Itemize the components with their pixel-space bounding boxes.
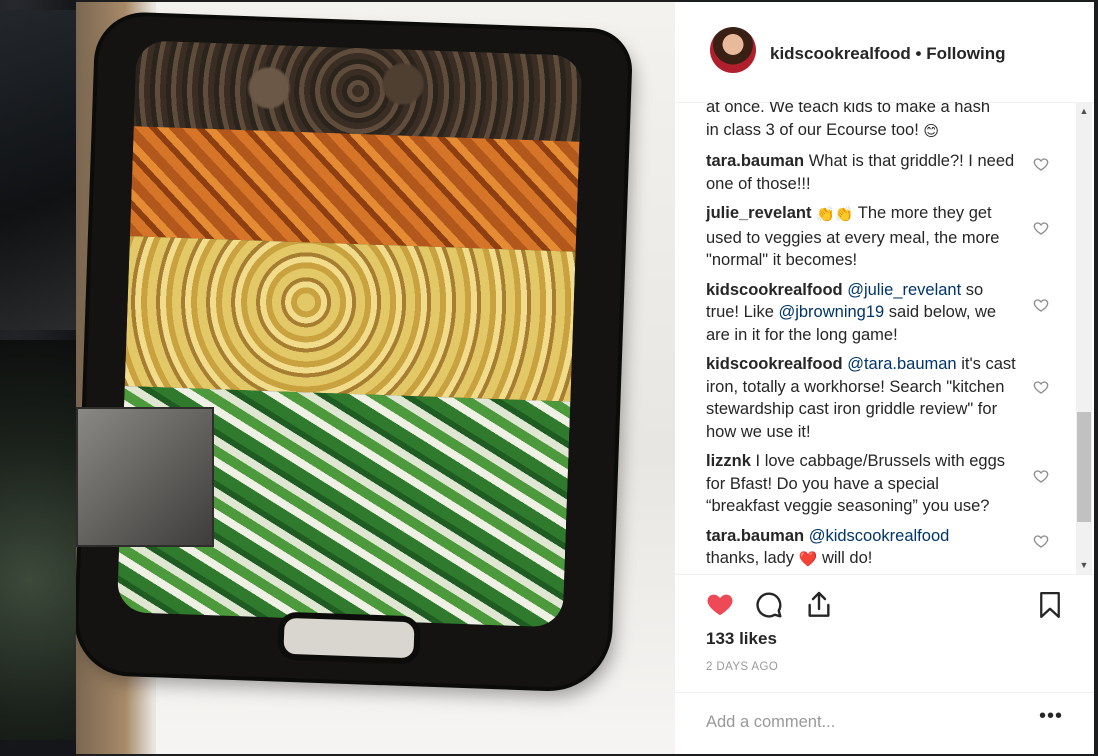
photo-mushrooms [133, 40, 583, 142]
post-sidebar: kidscookrealfood • Following at once. We… [675, 2, 1094, 754]
smile-emoji: 😊 [923, 122, 940, 140]
like-comment-icon[interactable] [1033, 533, 1049, 549]
scroll-up-icon[interactable]: ▲ [1076, 102, 1092, 120]
comment-username[interactable]: lizznk [706, 452, 751, 470]
comment: kidscookrealfood @julie_revelant so true… [706, 279, 1049, 347]
more-options-icon[interactable]: ••• [1039, 705, 1063, 728]
comment-mention[interactable]: @jbrowning19 [778, 303, 884, 321]
like-comment-icon[interactable] [1033, 379, 1049, 395]
post-timestamp[interactable]: 2 DAYS AGO [706, 661, 778, 673]
clap-emoji: 👏👏 [816, 206, 854, 223]
separator-dot: • [915, 44, 922, 63]
comment-username[interactable]: tara.bauman [706, 152, 804, 170]
avatar[interactable] [710, 27, 756, 73]
comments-scrollbar[interactable]: ▲ ▼ [1076, 102, 1092, 574]
share-icon[interactable] [803, 589, 835, 626]
post-actions [675, 574, 1094, 635]
red-heart-emoji: ❤️ [798, 551, 818, 568]
following-button[interactable]: Following [926, 44, 1005, 63]
comment-username[interactable]: kidscookrealfood [706, 355, 843, 373]
username-link[interactable]: kidscookrealfood [770, 44, 911, 63]
header-line: kidscookrealfood • Following [770, 44, 1006, 64]
post-photo[interactable] [76, 2, 675, 754]
photo-griddle [76, 14, 630, 690]
comment-text: thanks, lady [706, 549, 795, 567]
comment: lizznk I love cabbage/Brussels with eggs… [706, 450, 1049, 518]
comment-username[interactable]: kidscookrealfood [706, 281, 843, 299]
scrollbar-thumb[interactable] [1077, 412, 1091, 522]
comment-mention[interactable]: @julie_revelant [847, 281, 961, 299]
comment-text: at once. We teach kids to make a hash in… [706, 102, 991, 139]
comment: julie_revelant 👏👏 The more they get used… [706, 202, 1049, 272]
post-header: kidscookrealfood • Following [675, 2, 1094, 103]
add-comment-input[interactable]: Add a comment... [706, 713, 835, 732]
comment: kidscookrealfood @tara.bauman it's cast … [706, 353, 1049, 443]
comment-username[interactable]: julie_revelant [706, 204, 811, 222]
comment: tara.bauman @kidscookrealfood thanks, la… [706, 525, 1049, 572]
photo-griddle-handle [277, 611, 421, 665]
like-comment-icon[interactable] [1033, 297, 1049, 313]
background-feed [0, 0, 76, 756]
comment-username[interactable]: tara.bauman [706, 527, 804, 545]
comment-mention[interactable]: @kidscookrealfood [809, 527, 950, 545]
comment: at once. We teach kids to make a hash in… [706, 102, 1006, 143]
add-comment-bar: Add a comment... ••• [675, 692, 1094, 755]
comment-text: I love cabbage/Brussels with eggs for Bf… [706, 452, 1006, 515]
comments-list[interactable]: at once. We teach kids to make a hash in… [675, 102, 1076, 574]
scroll-down-icon[interactable]: ▼ [1076, 556, 1092, 574]
background-feed-image [0, 10, 76, 330]
like-comment-icon[interactable] [1033, 156, 1049, 172]
like-comment-icon[interactable] [1033, 220, 1049, 236]
photo-potatoes [124, 236, 576, 402]
photo-spatula [76, 407, 214, 547]
likes-count[interactable]: 133 likes [706, 629, 777, 649]
like-comment-icon[interactable] [1033, 468, 1049, 484]
comment-icon[interactable] [753, 589, 785, 626]
bookmark-icon[interactable] [1035, 589, 1065, 626]
comment-text: will do! [821, 549, 873, 567]
photo-sweet-potatoes [129, 126, 580, 252]
comment: tara.bauman What is that griddle?! I nee… [706, 150, 1049, 195]
background-feed-image [0, 340, 76, 740]
heart-icon[interactable] [704, 589, 736, 624]
comment-mention[interactable]: @tara.bauman [847, 355, 956, 373]
